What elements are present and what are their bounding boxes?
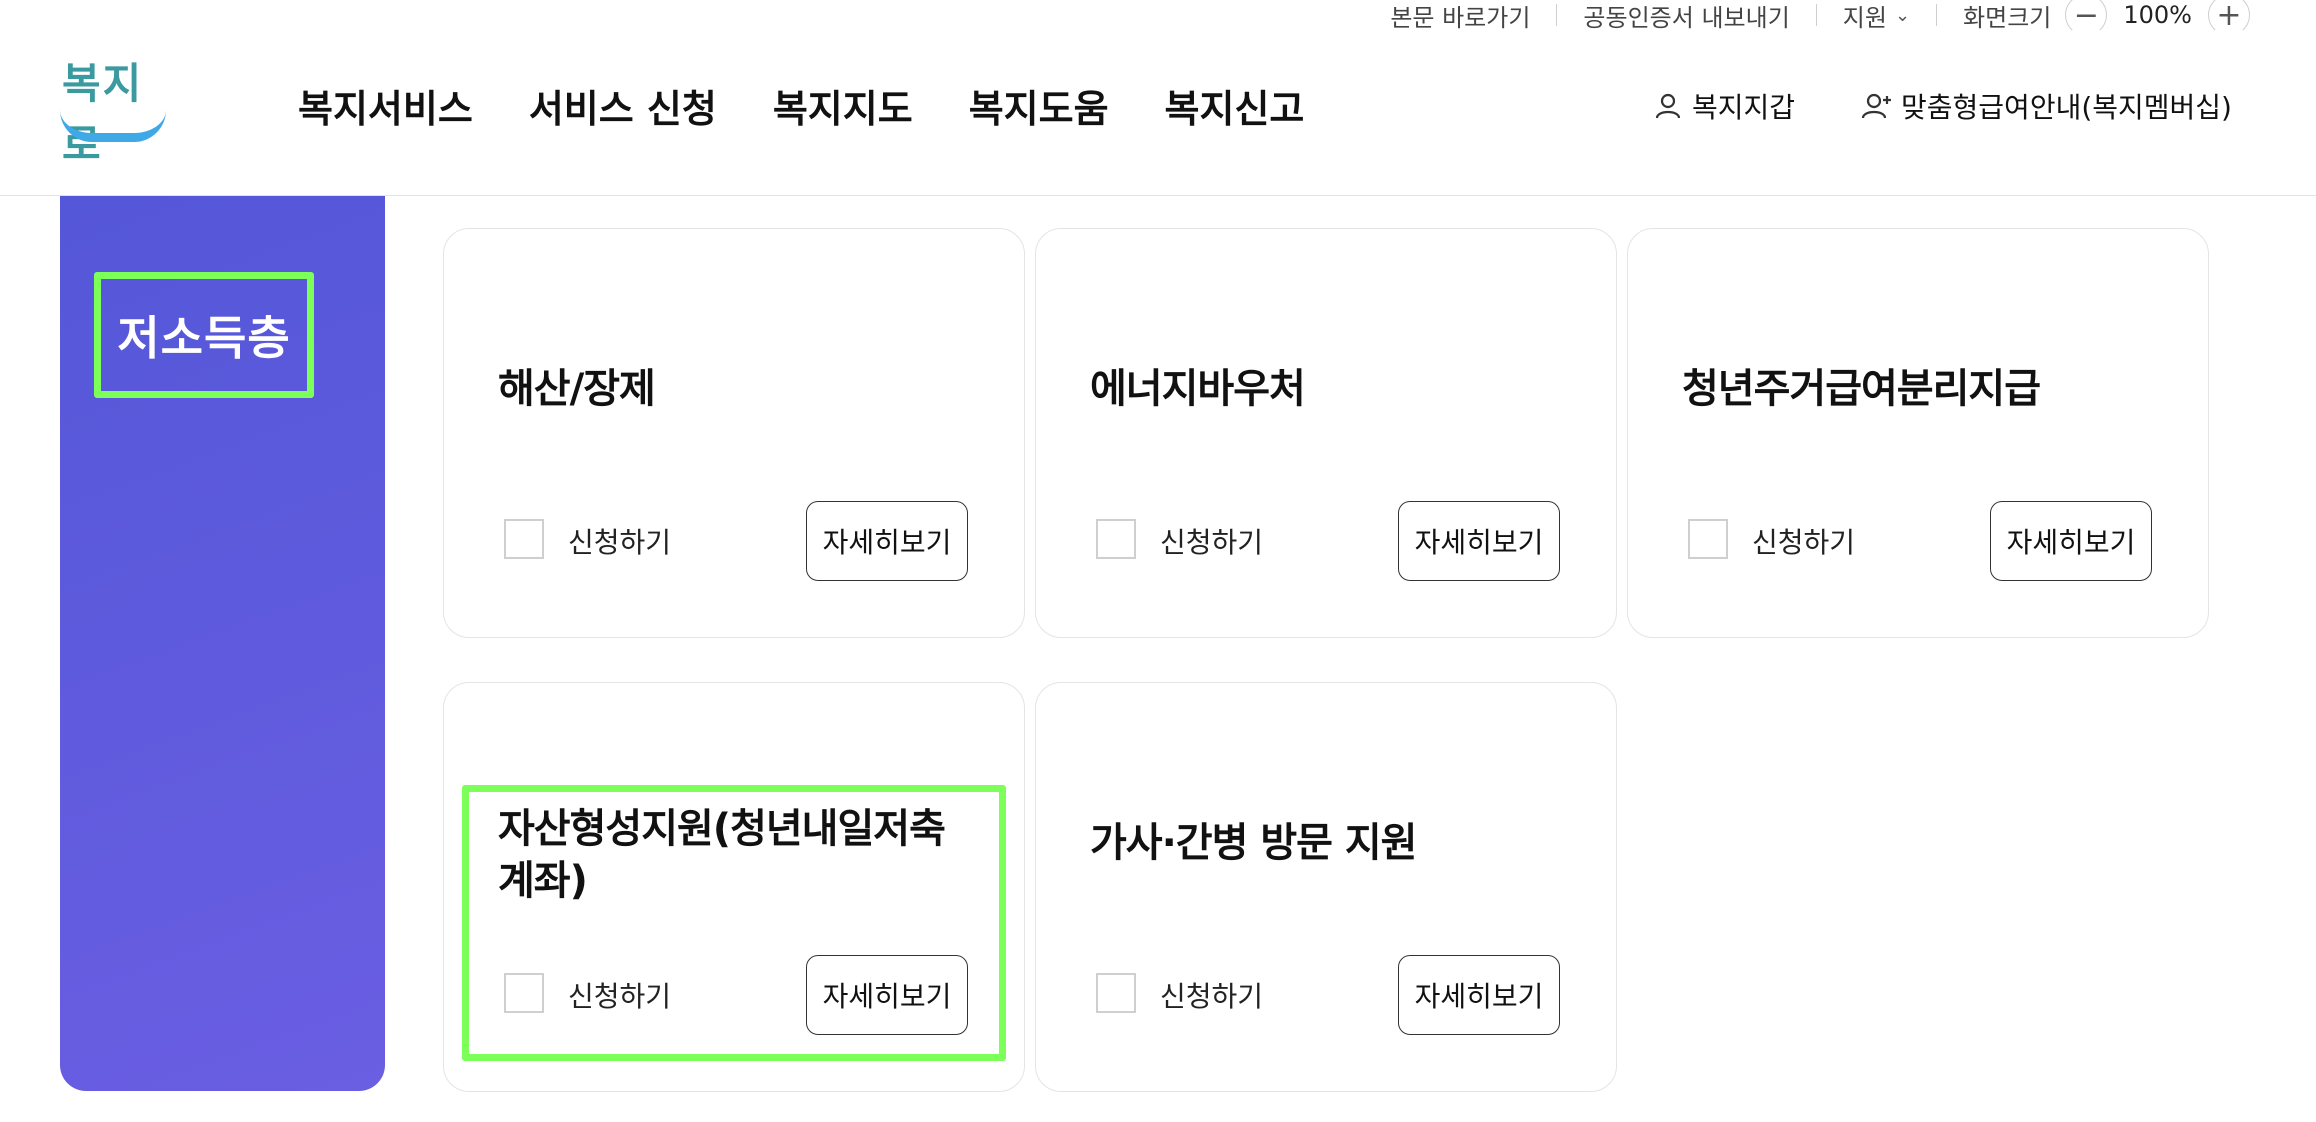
service-card: 청년주거급여분리지급 신청하기 자세히보기 — [1627, 228, 2209, 638]
category-title: 저소득층 — [94, 272, 314, 398]
site-logo[interactable]: 복지로 — [58, 50, 168, 170]
detail-button[interactable]: 자세히보기 — [806, 501, 968, 581]
service-title: 자산형성지원(청년내일저축계좌) — [498, 806, 946, 904]
apply-checkbox[interactable] — [1096, 973, 1136, 1013]
service-card: 에너지바우처 신청하기 자세히보기 — [1035, 228, 1617, 638]
main-nav: 복지서비스 서비스 신청 복지지도 복지도움 복지신고 — [298, 78, 1304, 133]
apply-checkbox[interactable] — [1096, 519, 1136, 559]
detail-button[interactable]: 자세히보기 — [1398, 501, 1560, 581]
page: 본문 바로가기 공동인증서 내보내기 지원 ⌄ 화면크기 − 100% + 복지… — [0, 0, 2316, 1122]
detail-button[interactable]: 자세히보기 — [1990, 501, 2152, 581]
membership-link[interactable]: 맞춤형급여안내(복지멤버십) — [1861, 86, 2232, 126]
apply-checkbox[interactable] — [504, 973, 544, 1013]
apply-label[interactable]: 신청하기 — [1752, 521, 1855, 561]
user-icon — [1655, 93, 1681, 119]
language-label: 지원 — [1842, 3, 1887, 32]
cert-export-link[interactable]: 공동인증서 내보내기 — [1583, 0, 1789, 33]
apply-label[interactable]: 신청하기 — [568, 521, 671, 561]
skip-to-content-link[interactable]: 본문 바로가기 — [1390, 0, 1530, 33]
service-card: 가사·간병 방문 지원 신청하기 자세히보기 — [1035, 682, 1617, 1092]
service-title: 에너지바우처 — [1090, 366, 1306, 412]
detail-button[interactable]: 자세히보기 — [806, 955, 968, 1035]
membership-label: 맞춤형급여안내(복지멤버십) — [1901, 91, 2232, 124]
detail-button[interactable]: 자세히보기 — [1398, 955, 1560, 1035]
service-card: 해산/장제 신청하기 자세히보기 — [443, 228, 1025, 638]
zoom-value: 100% — [2123, 1, 2192, 29]
apply-label[interactable]: 신청하기 — [1160, 975, 1263, 1015]
apply-checkbox[interactable] — [1688, 519, 1728, 559]
category-sidebar: 저소득층 — [60, 196, 385, 1091]
nav-item-service-apply[interactable]: 서비스 신청 — [529, 78, 717, 133]
divider — [1936, 4, 1938, 26]
zoom-label: 화면크기 — [1963, 3, 2052, 32]
language-select[interactable]: 지원 ⌄ — [1843, 0, 1910, 33]
wallet-label: 복지지갑 — [1691, 91, 1796, 124]
divider — [1815, 4, 1817, 26]
nav-item-welfare-map[interactable]: 복지지도 — [773, 78, 913, 133]
nav-item-welfare-services[interactable]: 복지서비스 — [298, 78, 473, 133]
divider — [1556, 4, 1558, 26]
apply-label[interactable]: 신청하기 — [1160, 521, 1263, 561]
apply-label[interactable]: 신청하기 — [568, 975, 671, 1015]
apply-checkbox[interactable] — [504, 519, 544, 559]
service-title: 해산/장제 — [498, 366, 656, 412]
chevron-down-icon: ⌄ — [1894, 4, 1911, 26]
nav-item-welfare-report[interactable]: 복지신고 — [1165, 78, 1305, 133]
service-title: 청년주거급여분리지급 — [1682, 366, 2041, 412]
header-user-links: 복지지갑 맞춤형급여안내(복지멤버십) — [1652, 86, 2232, 126]
service-card: 자산형성지원(청년내일저축계좌) 신청하기 자세히보기 — [443, 682, 1025, 1092]
service-title: 가사·간병 방문 지원 — [1090, 820, 1417, 866]
logo-smile-icon — [60, 110, 166, 142]
user-add-icon — [1861, 93, 1892, 119]
utility-bar: 본문 바로가기 공동인증서 내보내기 지원 ⌄ 화면크기 − 100% + — [1390, 0, 2250, 36]
nav-item-welfare-help[interactable]: 복지도움 — [969, 78, 1109, 133]
wallet-link[interactable]: 복지지갑 — [1652, 86, 1795, 126]
site-header: 복지로 복지서비스 서비스 신청 복지지도 복지도움 복지신고 복지지갑 맞춤형… — [0, 30, 2316, 196]
